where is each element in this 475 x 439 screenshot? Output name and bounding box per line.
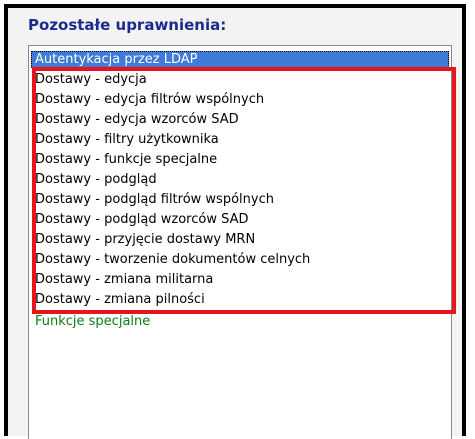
list-item[interactable]: Dostawy - edycja wzorców SAD [35,111,239,128]
list-item-selected[interactable]: Autentykacja przez LDAP [31,51,449,68]
list-item[interactable]: Dostawy - podgląd wzorców SAD [35,211,248,228]
list-item[interactable]: Dostawy - filtry użytkownika [35,131,219,148]
list-item[interactable]: Dostawy - podgląd [35,171,157,188]
list-item-special-functions[interactable]: Funkcje specjalne [35,313,150,330]
list-item[interactable]: Dostawy - przyjęcie dostawy MRN [35,231,255,248]
list-item[interactable]: Dostawy - edycja filtrów wspólnych [35,91,264,108]
list-item[interactable]: Dostawy - podgląd filtrów wspólnych [35,191,274,208]
list-item[interactable]: Dostawy - zmiana pilności [35,291,205,308]
group-title: Pozostałe uprawnienia: [28,16,227,34]
list-item[interactable]: Dostawy - funkcje specjalne [35,151,217,168]
list-item[interactable]: Dostawy - edycja [35,71,147,88]
permissions-listbox[interactable]: Autentykacja przez LDAP Dostawy - edycja… [28,45,452,439]
list-item[interactable]: Dostawy - zmiana militarna [35,271,213,288]
list-item[interactable]: Dostawy - tworzenie dokumentów celnych [35,251,310,268]
